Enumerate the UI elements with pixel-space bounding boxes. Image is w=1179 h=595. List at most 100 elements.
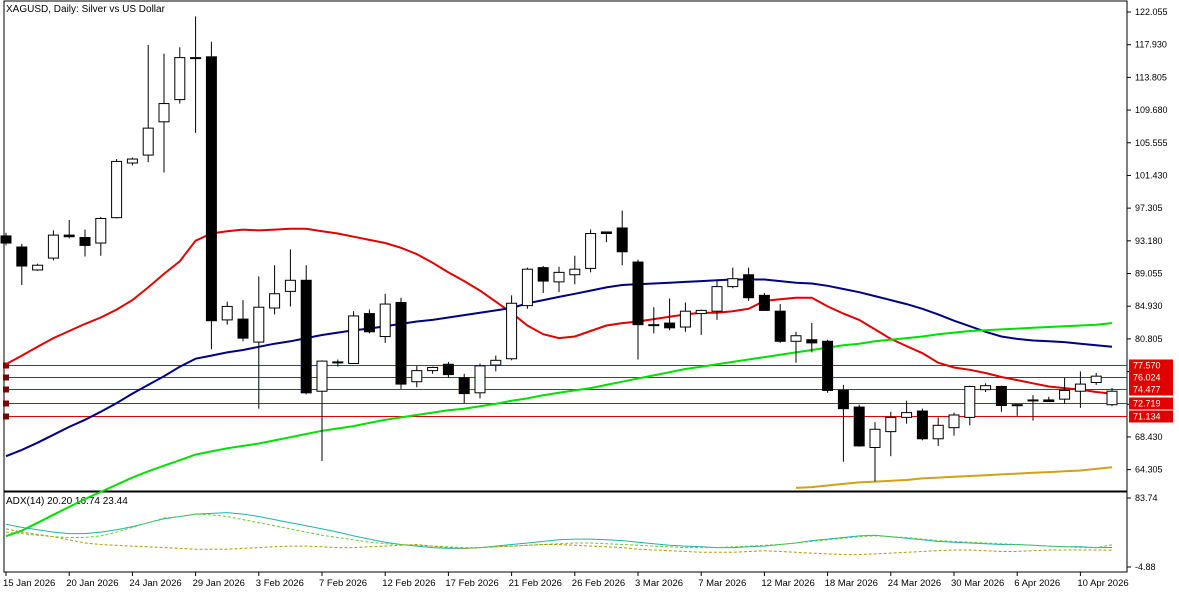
candle-body	[916, 410, 928, 440]
candle	[1011, 403, 1023, 416]
price-tick-label: 122.055	[1135, 7, 1168, 17]
candle	[190, 16, 202, 133]
candle-body	[0, 235, 12, 244]
candle-body	[95, 217, 107, 244]
candle	[885, 411, 897, 457]
candle-body	[442, 363, 454, 376]
candle-body	[727, 278, 739, 288]
candle	[47, 230, 59, 261]
candle	[269, 265, 281, 315]
candle	[363, 309, 375, 334]
price-tick-label: 117.930	[1135, 40, 1167, 50]
price-tick-label: 97.305	[1135, 203, 1163, 213]
candle-body	[869, 428, 881, 448]
price-tick-label: 105.555	[1135, 138, 1168, 148]
candle	[1106, 388, 1118, 407]
candle	[316, 360, 328, 461]
candle	[916, 408, 928, 441]
candle	[822, 339, 834, 393]
candle-body	[932, 424, 944, 440]
level-marker	[3, 374, 9, 381]
candle	[395, 297, 407, 389]
candle-body	[1074, 383, 1086, 392]
candle	[348, 311, 360, 364]
date-tick-label: 7 Feb 2026	[319, 578, 367, 589]
candle	[616, 210, 628, 266]
candle	[727, 267, 739, 289]
date-tick-label: 12 Feb 2026	[382, 578, 435, 589]
moving-average-line	[795, 466, 1113, 489]
candle-body	[316, 360, 328, 392]
candle	[126, 157, 138, 166]
candle	[95, 216, 107, 256]
candle-body	[679, 310, 691, 328]
candle-body	[901, 412, 913, 418]
date-tick-label: 18 Mar 2026	[825, 578, 878, 589]
candle-body	[774, 310, 786, 342]
candle-body	[948, 414, 960, 429]
moving-average-line	[5, 227, 1113, 395]
candle-body	[585, 233, 597, 269]
adx-pane-border	[3, 491, 1128, 573]
date-tick-label: 15 Jan 2026	[3, 578, 55, 589]
candle-body	[63, 234, 75, 238]
date-tick-label: 3 Mar 2026	[635, 578, 683, 589]
candle-body	[995, 385, 1007, 406]
candle-body	[1106, 390, 1118, 406]
level-tag-label: 77.570	[1133, 361, 1161, 371]
candle-body	[711, 286, 723, 312]
candle-body	[363, 313, 375, 333]
candle	[664, 298, 676, 331]
moving-average-line	[5, 322, 1113, 538]
candle	[284, 249, 296, 307]
candle	[600, 231, 612, 243]
candle	[901, 400, 913, 424]
candle-body	[553, 271, 565, 283]
price-tick-label: 101.430	[1135, 170, 1168, 180]
candle	[32, 263, 44, 271]
candle	[221, 301, 233, 325]
candle	[142, 44, 154, 163]
price-tick-label: 93.180	[1135, 236, 1163, 246]
adx-line	[5, 512, 1113, 549]
candle-body	[348, 315, 360, 364]
moving-average-line	[5, 278, 1113, 458]
candle-body	[379, 303, 391, 338]
candle	[995, 385, 1007, 412]
candle-body	[506, 302, 518, 360]
candle-body	[1059, 389, 1071, 400]
candle	[980, 383, 992, 393]
candle-body	[47, 234, 59, 259]
level-marker	[3, 400, 9, 407]
candle-body	[885, 416, 897, 433]
candles	[0, 16, 1118, 482]
candle	[948, 412, 960, 436]
price-tick-label: 80.805	[1135, 334, 1163, 344]
level-marker	[3, 413, 9, 420]
candle	[632, 259, 644, 360]
candle	[837, 384, 849, 462]
candle-body	[16, 246, 28, 267]
candle	[806, 323, 818, 353]
candle-body	[837, 389, 849, 410]
price-tick-label: 109.680	[1135, 105, 1168, 115]
candle	[111, 159, 123, 219]
date-tick-label: 20 Jan 2026	[66, 578, 118, 589]
candle-body	[980, 385, 992, 391]
candle-body	[648, 324, 660, 327]
candle	[774, 304, 786, 343]
candle	[174, 47, 186, 104]
candle	[537, 266, 549, 293]
candle-body	[205, 56, 217, 322]
date-tick-label: 7 Mar 2026	[698, 578, 746, 589]
candle-body	[790, 335, 802, 342]
candle-body	[521, 268, 533, 307]
candle-body	[32, 264, 44, 271]
candle	[490, 355, 502, 372]
candle-body	[158, 103, 170, 123]
adx-lines	[5, 512, 1113, 556]
candle	[695, 309, 707, 335]
adx-axis: 83.74 -4.88	[1127, 493, 1158, 572]
candle-body	[664, 322, 676, 329]
candle-body	[269, 293, 281, 309]
